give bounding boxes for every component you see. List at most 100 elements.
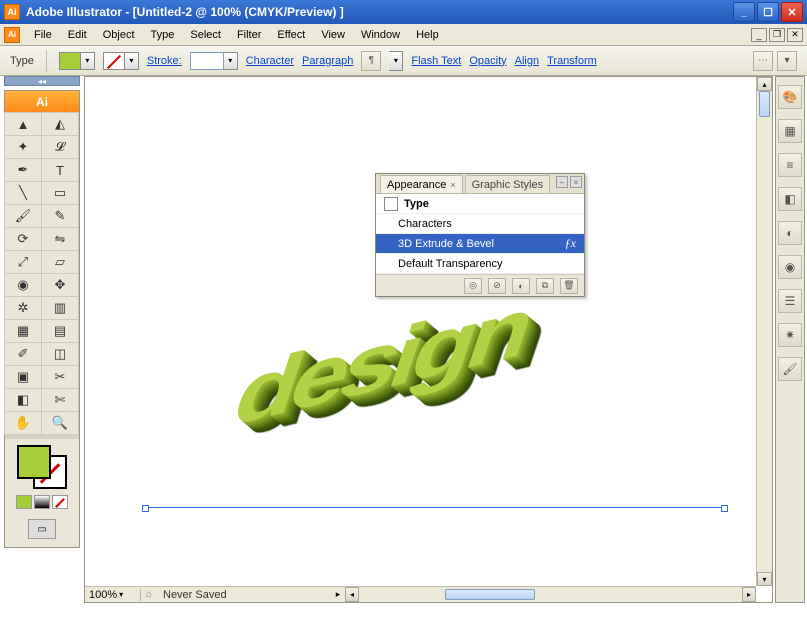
screen-mode-button[interactable]: ▭ bbox=[28, 519, 56, 539]
tools-collapse-handle[interactable]: ◂◂ bbox=[4, 76, 80, 86]
appearance-row-default-transparency[interactable]: Default Transparency bbox=[376, 254, 584, 274]
vscroll-thumb[interactable] bbox=[759, 91, 770, 117]
rotate-tool-icon[interactable]: ⟳ bbox=[4, 227, 42, 251]
transparency-panel-icon[interactable]: ◐ bbox=[778, 221, 802, 245]
vertical-scrollbar[interactable]: ▴ ▾ bbox=[756, 77, 772, 586]
free-transform-tool-icon[interactable]: ✥ bbox=[41, 273, 79, 297]
zoom-arrow-icon[interactable]: ▾ bbox=[119, 590, 123, 599]
transform-link[interactable]: Transform bbox=[547, 55, 597, 67]
line-tool-icon[interactable]: ╲ bbox=[4, 181, 42, 205]
fill-swatch[interactable] bbox=[59, 52, 81, 70]
none-mode-icon[interactable] bbox=[52, 495, 68, 509]
3d-text-object[interactable]: d e s i g n bbox=[223, 284, 540, 441]
delete-item-icon[interactable]: 🗑 bbox=[560, 278, 578, 294]
live-paint-tool-icon[interactable]: ▣ bbox=[4, 365, 42, 389]
mesh-tool-icon[interactable]: ▦ bbox=[4, 319, 42, 343]
stroke-none-swatch[interactable] bbox=[103, 52, 125, 70]
paragraph-link[interactable]: Paragraph bbox=[302, 55, 353, 67]
tab-graphic-styles[interactable]: Graphic Styles bbox=[465, 175, 551, 193]
menu-window[interactable]: Window bbox=[353, 26, 408, 44]
align-link[interactable]: Align bbox=[515, 55, 539, 67]
menu-type[interactable]: Type bbox=[143, 26, 183, 44]
stroke-dropdown-arrow-icon[interactable]: ▾ bbox=[125, 52, 139, 70]
pencil-tool-icon[interactable]: ✎ bbox=[41, 204, 79, 228]
eyedropper-tool-icon[interactable]: ✐ bbox=[4, 342, 42, 366]
paragraph-options-arrow-icon[interactable]: ▾ bbox=[389, 51, 403, 71]
symbol-sprayer-tool-icon[interactable]: ✲ bbox=[4, 296, 42, 320]
panel-minimize-icon[interactable]: – bbox=[556, 176, 568, 188]
menu-edit[interactable]: Edit bbox=[60, 26, 95, 44]
options-overflow-arrow-icon[interactable]: ▾ bbox=[777, 51, 797, 71]
horizontal-scrollbar[interactable]: ◂ ▸ bbox=[345, 586, 756, 602]
menu-select[interactable]: Select bbox=[182, 26, 229, 44]
mdi-minimize-button[interactable]: _ bbox=[751, 28, 767, 42]
graph-tool-icon[interactable]: ▥ bbox=[41, 296, 79, 320]
direct-selection-tool-icon[interactable]: ◭ bbox=[41, 112, 79, 136]
brushes-panel-icon[interactable]: 🖌 bbox=[778, 357, 802, 381]
blend-tool-icon[interactable]: ◫ bbox=[41, 342, 79, 366]
zoom-tool-icon[interactable]: 🔍 bbox=[41, 411, 79, 435]
appearance-panel-icon[interactable]: ◉ bbox=[778, 255, 802, 279]
menu-file[interactable]: File bbox=[26, 26, 60, 44]
gradient-mode-icon[interactable] bbox=[34, 495, 50, 509]
mdi-restore-button[interactable]: ❐ bbox=[769, 28, 785, 42]
selection-tool-icon[interactable]: ▲ bbox=[4, 112, 42, 136]
pen-tool-icon[interactable]: ✒ bbox=[4, 158, 42, 182]
tab-close-icon[interactable]: × bbox=[450, 180, 455, 190]
scissors-tool-icon[interactable]: ✄ bbox=[41, 388, 79, 412]
menu-help[interactable]: Help bbox=[408, 26, 447, 44]
rectangle-tool-icon[interactable]: ▭ bbox=[41, 181, 79, 205]
tab-appearance[interactable]: Appearance× bbox=[380, 175, 463, 193]
color-mode-icon[interactable] bbox=[16, 495, 32, 509]
close-button[interactable]: ✕ bbox=[781, 2, 803, 22]
scroll-right-arrow-icon[interactable]: ▸ bbox=[742, 587, 756, 602]
panel-close-icon[interactable]: × bbox=[570, 176, 582, 188]
shear-tool-icon[interactable]: ▱ bbox=[41, 250, 79, 274]
fill-stroke-indicator[interactable] bbox=[17, 445, 67, 489]
flashtext-link[interactable]: Flash Text bbox=[411, 55, 461, 67]
status-play-icon[interactable]: ▸ bbox=[331, 589, 345, 600]
stroke-weight-input[interactable] bbox=[190, 52, 224, 70]
stroke-panel-icon[interactable]: ≡ bbox=[778, 153, 802, 177]
stroke-link[interactable]: Stroke: bbox=[147, 55, 182, 67]
appearance-row-characters[interactable]: Characters bbox=[376, 214, 584, 234]
type-tool-icon[interactable]: T bbox=[41, 158, 79, 182]
zoom-display[interactable]: 100% ▾ bbox=[85, 589, 141, 601]
duplicate-item-icon[interactable]: ⧉ bbox=[536, 278, 554, 294]
menu-view[interactable]: View bbox=[313, 26, 353, 44]
opacity-link[interactable]: Opacity bbox=[469, 55, 506, 67]
hand-tool-icon[interactable]: ✋ bbox=[4, 411, 42, 435]
scale-tool-icon[interactable]: ⤢ bbox=[4, 250, 42, 274]
canvas-artwork[interactable]: d e s i g n bbox=[125, 337, 725, 603]
symbols-panel-icon[interactable]: ✷ bbox=[778, 323, 802, 347]
reduce-to-basic-appearance-icon[interactable]: ◐ bbox=[512, 278, 530, 294]
stroke-weight-dropdown-arrow-icon[interactable]: ▾ bbox=[224, 52, 238, 70]
minimize-button[interactable]: _ bbox=[733, 2, 755, 22]
maximize-button[interactable]: ☐ bbox=[757, 2, 779, 22]
eraser-tool-icon[interactable]: ◧ bbox=[4, 388, 42, 412]
menu-filter[interactable]: Filter bbox=[229, 26, 269, 44]
fill-dropdown-arrow-icon[interactable]: ▾ bbox=[81, 52, 95, 70]
new-art-same-appearance-icon[interactable]: ◎ bbox=[464, 278, 482, 294]
gradient-panel-icon[interactable]: ◧ bbox=[778, 187, 802, 211]
scroll-down-arrow-icon[interactable]: ▾ bbox=[757, 572, 772, 586]
color-panel-icon[interactable]: 🎨 bbox=[778, 85, 802, 109]
paintbrush-tool-icon[interactable]: 🖌 bbox=[4, 204, 42, 228]
appearance-row-3d-extrude-bevel[interactable]: 3D Extrude & Bevel ƒx bbox=[376, 234, 584, 254]
menu-object[interactable]: Object bbox=[95, 26, 143, 44]
menu-effect[interactable]: Effect bbox=[269, 26, 313, 44]
warp-tool-icon[interactable]: ◉ bbox=[4, 273, 42, 297]
gradient-tool-icon[interactable]: ▤ bbox=[41, 319, 79, 343]
paragraph-options-icon[interactable]: ¶ bbox=[361, 51, 381, 71]
crop-tool-icon[interactable]: ✂ bbox=[41, 365, 79, 389]
fill-box[interactable] bbox=[17, 445, 51, 479]
lasso-tool-icon[interactable]: 𝓛 bbox=[41, 135, 79, 159]
character-link[interactable]: Character bbox=[246, 55, 294, 67]
mdi-close-button[interactable]: ✕ bbox=[787, 28, 803, 42]
magic-wand-tool-icon[interactable]: ✦ bbox=[4, 135, 42, 159]
scroll-up-arrow-icon[interactable]: ▴ bbox=[757, 77, 772, 91]
swatches-panel-icon[interactable]: ▦ bbox=[778, 119, 802, 143]
appearance-row-type[interactable]: Type bbox=[376, 194, 584, 214]
options-overflow-icon[interactable]: ⋯ bbox=[753, 51, 773, 71]
layers-panel-icon[interactable]: ☰ bbox=[778, 289, 802, 313]
